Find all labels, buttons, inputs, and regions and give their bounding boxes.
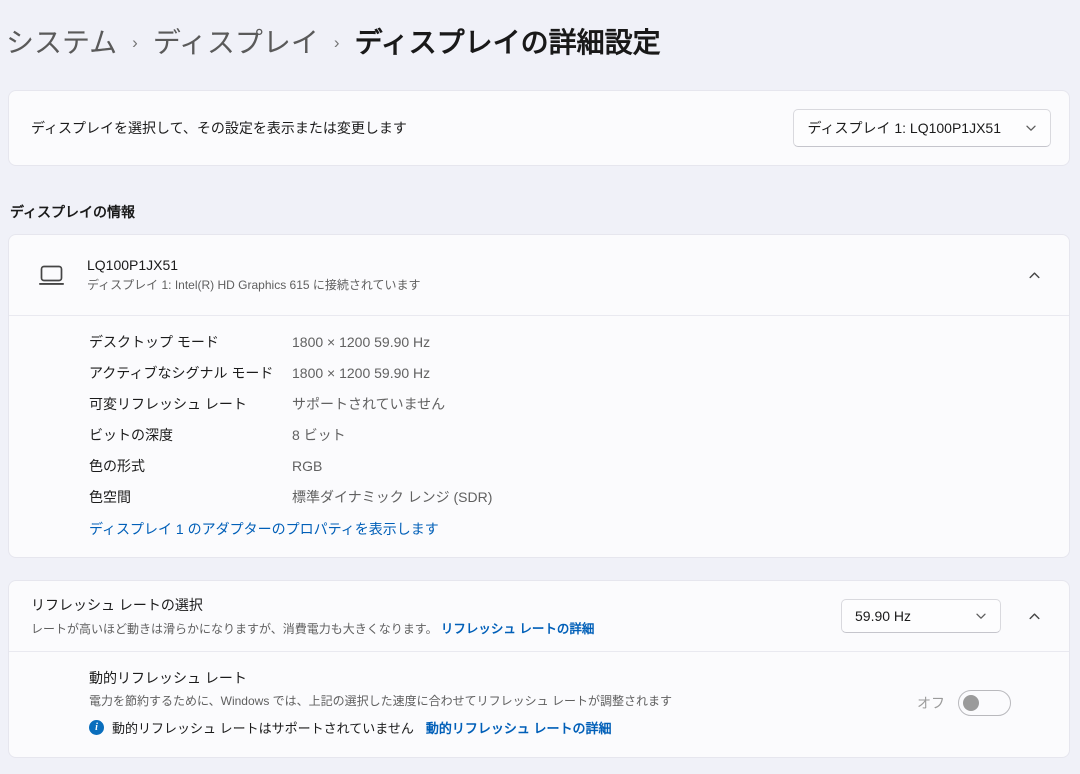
display-info-section-title: ディスプレイの情報 [10, 202, 1080, 222]
device-connection-info: ディスプレイ 1: Intel(R) HD Graphics 615 に接続され… [87, 276, 421, 293]
device-name: LQ100P1JX51 [87, 257, 421, 273]
property-label: アクティブなシグナル モード [89, 363, 292, 383]
display-properties-list: デスクトップ モード 1800 × 1200 59.90 Hz アクティブなシグ… [9, 316, 1069, 557]
chevron-up-icon[interactable] [1017, 258, 1051, 292]
refresh-rate-dropdown-value: 59.90 Hz [855, 608, 911, 624]
breadcrumb-separator-icon: › [132, 29, 138, 53]
property-row-bit-depth: ビットの深度 8 ビット [9, 419, 1069, 450]
display-info-header[interactable]: LQ100P1JX51 ディスプレイ 1: Intel(R) HD Graphi… [9, 235, 1069, 315]
dynamic-refresh-title: 動的リフレッシュ レート [89, 668, 672, 688]
display-select-label: ディスプレイを選択して、その設定を表示または変更します [31, 118, 407, 138]
dynamic-refresh-learn-more-link[interactable]: 動的リフレッシュ レートの詳細 [426, 718, 612, 737]
toggle-knob [963, 695, 979, 711]
property-label: 色空間 [89, 487, 292, 507]
property-value: サポートされていません [292, 394, 445, 414]
display-select-dropdown-value: ディスプレイ 1: LQ100P1JX51 [807, 118, 1001, 138]
breadcrumb-display[interactable]: ディスプレイ [153, 21, 319, 61]
refresh-rate-learn-more-link[interactable]: リフレッシュ レートの詳細 [441, 622, 594, 636]
refresh-rate-card: リフレッシュ レートの選択 レートが高いほど動きは滑らかになりますが、消費電力も… [8, 580, 1070, 758]
dynamic-refresh-status-text: 動的リフレッシュ レートはサポートされていません [112, 718, 414, 737]
property-row-desktop-mode: デスクトップ モード 1800 × 1200 59.90 Hz [9, 326, 1069, 357]
display-select-dropdown[interactable]: ディスプレイ 1: LQ100P1JX51 [793, 109, 1051, 147]
property-label: ビットの深度 [89, 425, 292, 445]
property-value: 8 ビット [292, 425, 346, 445]
breadcrumb: システム › ディスプレイ › ディスプレイの詳細設定 [0, 0, 1080, 64]
property-value: 1800 × 1200 59.90 Hz [292, 334, 430, 350]
display-select-card: ディスプレイを選択して、その設定を表示または変更します ディスプレイ 1: LQ… [8, 90, 1070, 166]
dynamic-refresh-rate-row: 動的リフレッシュ レート 電力を節約するために、Windows では、上記の選択… [9, 652, 1069, 757]
page-title: ディスプレイの詳細設定 [355, 21, 661, 61]
toggle-state-label: オフ [917, 693, 945, 713]
property-label: デスクトップ モード [89, 332, 292, 352]
property-row-color-format: 色の形式 RGB [9, 450, 1069, 481]
breadcrumb-separator-icon: › [334, 29, 340, 53]
info-icon [89, 720, 104, 735]
breadcrumb-system[interactable]: システム [6, 21, 117, 61]
chevron-down-icon [975, 610, 987, 622]
property-row-color-space: 色空間 標準ダイナミック レンジ (SDR) [9, 481, 1069, 512]
display-info-card: LQ100P1JX51 ディスプレイ 1: Intel(R) HD Graphi… [8, 234, 1070, 558]
property-value: RGB [292, 458, 322, 474]
property-value: 標準ダイナミック レンジ (SDR) [292, 487, 492, 507]
advanced-display-settings-page: システム › ディスプレイ › ディスプレイの詳細設定 ディスプレイを選択して、… [0, 0, 1080, 774]
laptop-display-icon [31, 264, 71, 287]
dynamic-refresh-toggle[interactable] [958, 690, 1011, 716]
refresh-rate-header: リフレッシュ レートの選択 レートが高いほど動きは滑らかになりますが、消費電力も… [9, 581, 1069, 651]
refresh-rate-dropdown[interactable]: 59.90 Hz [841, 599, 1001, 633]
refresh-rate-description: レートが高いほど動きは滑らかになりますが、消費電力も大きくなります。 [31, 622, 438, 636]
property-row-variable-refresh-rate: 可変リフレッシュ レート サポートされていません [9, 388, 1069, 419]
dynamic-refresh-description: 電力を節約するために、Windows では、上記の選択した速度に合わせてリフレッ… [89, 692, 672, 709]
chevron-up-icon[interactable] [1017, 599, 1051, 633]
property-label: 可変リフレッシュ レート [89, 394, 292, 414]
property-label: 色の形式 [89, 456, 292, 476]
refresh-rate-title: リフレッシュ レートの選択 [31, 595, 594, 615]
chevron-down-icon [1025, 122, 1037, 134]
display-adapter-properties-link[interactable]: ディスプレイ 1 のアダプターのプロパティを表示します [89, 519, 439, 539]
property-value: 1800 × 1200 59.90 Hz [292, 365, 430, 381]
property-row-active-signal-mode: アクティブなシグナル モード 1800 × 1200 59.90 Hz [9, 357, 1069, 388]
